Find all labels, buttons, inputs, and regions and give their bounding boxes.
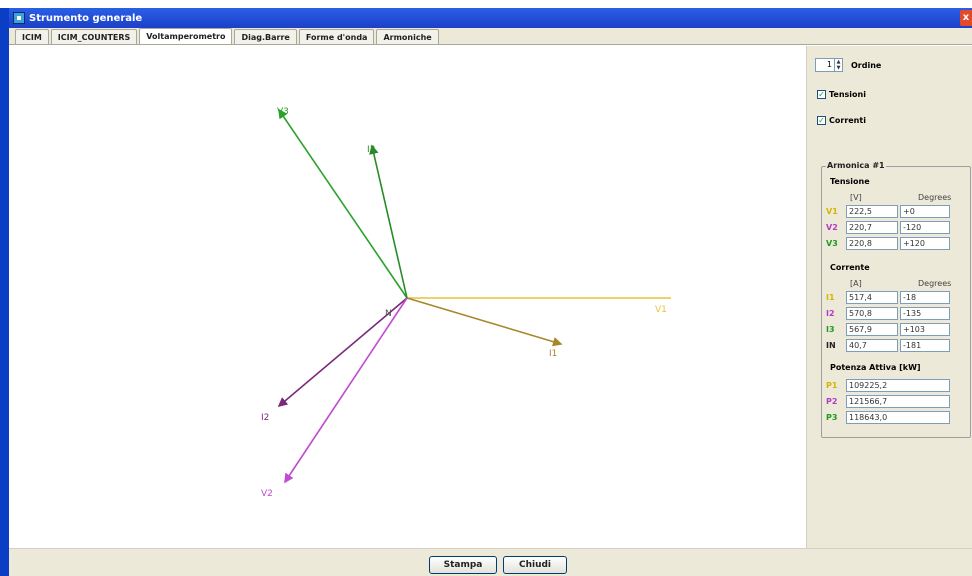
vector-v2-label: V2 — [261, 489, 273, 499]
tab-diag-barre[interactable]: Diag.Barre — [234, 29, 297, 44]
voltage-label-v1: V1 — [826, 207, 838, 216]
print-button[interactable]: Stampa — [429, 556, 497, 574]
voltages-checkbox-row[interactable]: ✓ Tensioni — [817, 90, 866, 99]
currents-checkbox-label: Correnti — [829, 116, 866, 125]
spin-down-icon[interactable]: ▼ — [835, 65, 842, 71]
harmonic-fieldset: Armonica #1 Tensione [V] Degrees V1 222,… — [821, 161, 971, 438]
current-angle-i2: -135 — [900, 307, 950, 320]
window-title: Strumento generale — [29, 12, 143, 24]
spinner-arrows: ▲ ▼ — [834, 59, 842, 71]
power-value-p1: 109225,2 — [846, 379, 950, 392]
current-value-i2: 570,8 — [846, 307, 898, 320]
current-unit-header: [A] — [850, 279, 862, 288]
currents-checkbox-row[interactable]: ✓ Correnti — [817, 116, 866, 125]
current-section-title: Corrente — [830, 263, 870, 272]
power-value-p2: 121566,7 — [846, 395, 950, 408]
order-control: 1 ▲ ▼ Ordine — [815, 58, 881, 72]
voltage-angle-v1: +0 — [900, 205, 950, 218]
vector-v2 — [284, 297, 408, 484]
vector-v3-label: V3 — [277, 107, 289, 117]
current-label-i2: I2 — [826, 309, 835, 318]
bottom-bar: Stampa Chiudi — [9, 548, 972, 576]
current-label-i3: I3 — [826, 325, 835, 334]
power-label-p1: P1 — [826, 381, 838, 390]
tab-voltamperometro[interactable]: Voltamperometro — [139, 28, 233, 44]
voltage-angle-v2: -120 — [900, 221, 950, 234]
voltages-checkbox[interactable]: ✓ — [817, 90, 826, 99]
voltage-angle-v3: +120 — [900, 237, 950, 250]
voltage-section-title: Tensione — [830, 177, 870, 186]
power-label-p3: P3 — [826, 413, 838, 422]
voltages-checkbox-label: Tensioni — [829, 90, 866, 99]
currents-checkbox[interactable]: ✓ — [817, 116, 826, 125]
window-left-edge — [0, 0, 9, 576]
voltage-angle-header: Degrees — [918, 193, 952, 202]
vector-i1-label: I1 — [549, 349, 557, 359]
power-row-p2: P2 121566,7 — [826, 395, 952, 408]
harmonic-legend: Armonica #1 — [826, 161, 886, 170]
voltage-label-v3: V3 — [826, 239, 838, 248]
voltage-row-v2: V2 220,7 -120 — [826, 221, 952, 234]
current-label-i1: I1 — [826, 293, 835, 302]
current-value-i1: 517,4 — [846, 291, 898, 304]
tab-bar: ICIM ICIM_COUNTERS Voltamperometro Diag.… — [9, 28, 972, 45]
current-angle-i3: +103 — [900, 323, 950, 336]
current-row-i1: I1 517,4 -18 — [826, 291, 952, 304]
current-angle-in: -181 — [900, 339, 950, 352]
vector-i3-label: I3 — [367, 145, 375, 155]
tab-forme-onda[interactable]: Forme d'onda — [298, 29, 375, 44]
current-value-in: 40,7 — [846, 339, 898, 352]
voltage-row-v1: V1 222,5 +0 — [826, 205, 952, 218]
origin-label: N — [385, 309, 392, 319]
power-label-p2: P2 — [826, 397, 838, 406]
phasor-diagram: V1 I1 V3 I3 I2 V2 N — [261, 107, 671, 499]
voltage-label-v2: V2 — [826, 223, 838, 232]
vector-i2-label: I2 — [261, 413, 269, 423]
order-label: Ordine — [851, 60, 882, 70]
voltage-value-v2: 220,7 — [846, 221, 898, 234]
order-spinner[interactable]: 1 ▲ ▼ — [815, 58, 843, 72]
title-bar[interactable]: Strumento generale x — [9, 8, 972, 28]
power-row-p1: P1 109225,2 — [826, 379, 952, 392]
vector-i1 — [406, 297, 563, 347]
current-angle-i1: -18 — [900, 291, 950, 304]
tab-icim-counters[interactable]: ICIM_COUNTERS — [50, 29, 138, 44]
phasor-canvas: V1 I1 V3 I3 I2 V2 N — [9, 46, 806, 548]
order-value[interactable]: 1 — [816, 59, 834, 71]
right-panel: 1 ▲ ▼ Ordine ✓ Tensioni ✓ Correnti Armon… — [806, 46, 972, 548]
close-button[interactable]: Chiudi — [503, 556, 567, 574]
voltage-unit-header: [V] — [850, 193, 862, 202]
tab-icim[interactable]: ICIM — [15, 29, 49, 44]
tab-armoniche[interactable]: Armoniche — [376, 29, 439, 44]
voltage-value-v3: 220,8 — [846, 237, 898, 250]
current-angle-header: Degrees — [918, 279, 952, 288]
power-value-p3: 118643,0 — [846, 411, 950, 424]
voltage-value-v1: 222,5 — [846, 205, 898, 218]
current-label-in: IN — [826, 341, 836, 350]
vector-v3 — [278, 108, 408, 299]
vector-v1-label: V1 — [655, 305, 667, 315]
current-row-i3: I3 567,9 +103 — [826, 323, 952, 336]
current-row-i2: I2 570,8 -135 — [826, 307, 952, 320]
current-value-i3: 567,9 — [846, 323, 898, 336]
close-window-icon[interactable]: x — [960, 10, 972, 26]
power-section-title: Potenza Attiva [kW] — [830, 363, 921, 372]
app-icon — [13, 12, 25, 24]
voltage-row-v3: V3 220,8 +120 — [826, 237, 952, 250]
current-row-in: IN 40,7 -181 — [826, 339, 952, 352]
power-row-p3: P3 118643,0 — [826, 411, 952, 424]
vector-i3 — [369, 144, 408, 299]
